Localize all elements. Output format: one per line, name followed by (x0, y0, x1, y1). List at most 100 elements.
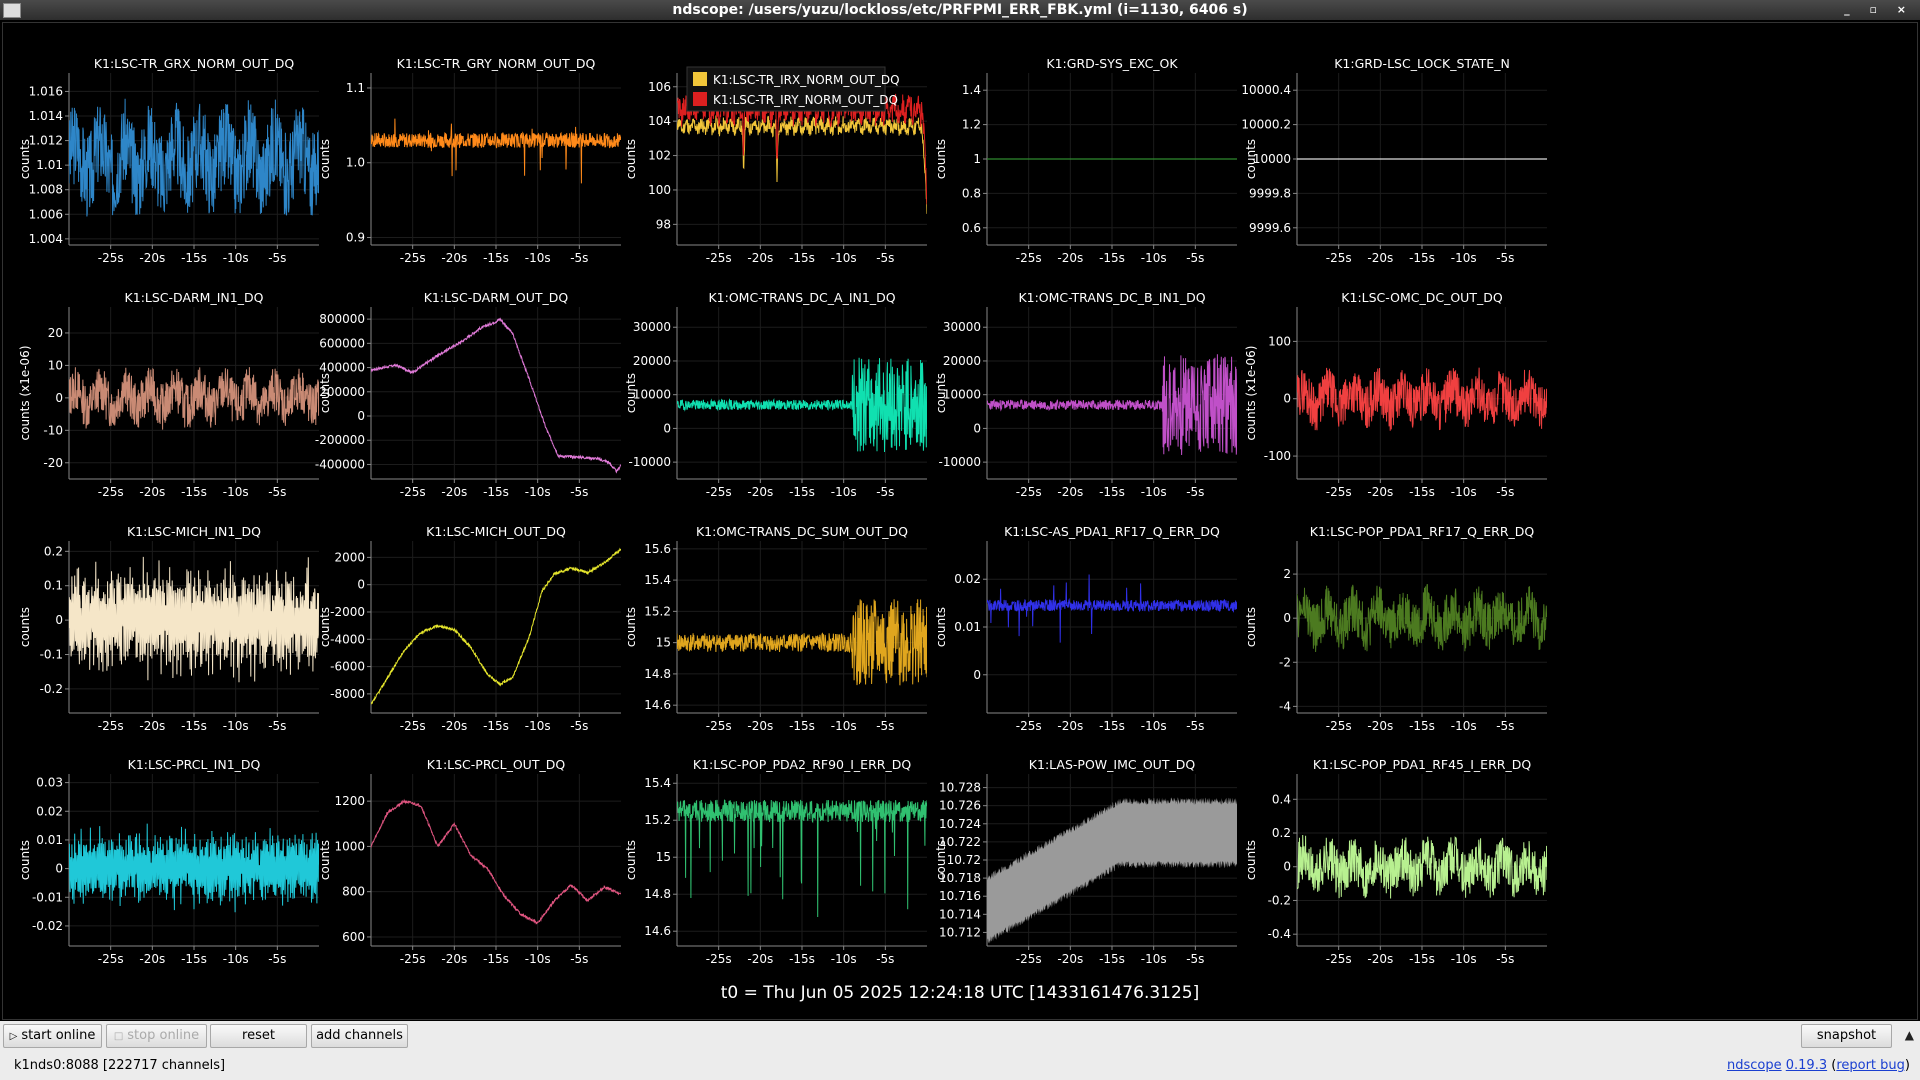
y-tick-label: 10.724 (939, 817, 981, 831)
x-tick-label: -25s (1016, 251, 1042, 265)
x-tick-label: -20s (139, 952, 165, 966)
x-tick-label: -5s (1186, 719, 1204, 733)
plot-darmout[interactable]: -25s -20s -15s -10s -5s-400000-2000000200000… (315, 290, 621, 499)
start-online-button[interactable]: ▷ start online (3, 1024, 102, 1048)
y-tick-label: 0.8 (962, 186, 981, 200)
y-tick-label: 10.712 (939, 925, 981, 939)
plot-sysexc[interactable]: -25s -20s -15s -10s -5s 0.6 0.8 1 1.2 1.4 K1:GRD-S… (934, 56, 1237, 265)
y-axis-label: counts (318, 840, 332, 880)
plot-prclout[interactable]: -25s -20s -15s -10s -5s 600 800 1000 1200 K1:LSC-… (318, 757, 621, 966)
y-tick-label: 15 (656, 850, 671, 864)
plot-aspda[interactable]: -25s -20s -15s -10s -5s 0 0.01 0.02 K1:LSC-AS_PD… (934, 524, 1237, 733)
plot-poppda17[interactable]: -25s -20s -15s -10s -5s -4 -2 0 2 K1:LSC-POP_PDA1… (1244, 524, 1547, 733)
version-link[interactable]: 0.19.3 (1786, 1058, 1827, 1073)
y-tick-label: 100 (648, 183, 671, 197)
y-axis-label: counts (624, 840, 638, 880)
plot-title: K1:LSC-DARM_IN1_DQ (125, 290, 264, 305)
plot-michout[interactable]: -25s -20s -15s -10s -5s -8000 -6000 -4000 -2000 0… (318, 524, 621, 733)
report-bug-link[interactable]: report bug (1836, 1058, 1905, 1073)
legend[interactable]: K1:LSC-TR_IRX_NORM_OUT_DQ K1:LSC-TR_IRY_N… (686, 66, 900, 112)
x-tick-label: -10s (525, 485, 551, 499)
start-online-label: start online (21, 1028, 96, 1043)
plot-michin[interactable]: -25s -20s -15s -10s -5s -0.2 -0.1 0 0.1 0.2 K1:LSC… (18, 524, 319, 733)
y-tick-label: 1.1 (346, 81, 365, 95)
stop-online-button[interactable]: □ stop online (106, 1024, 207, 1048)
x-tick-label: -25s (1016, 485, 1042, 499)
y-axis-label: counts (1244, 840, 1258, 880)
collapse-icon[interactable]: ▲ (1905, 1028, 1914, 1042)
ndscope-link[interactable]: ndscope (1727, 1058, 1782, 1073)
y-tick-label: 1.4 (962, 83, 981, 97)
y-tick-label: 0 (973, 668, 981, 682)
x-tick-label: -15s (181, 952, 207, 966)
legend-swatch (693, 72, 707, 86)
plot-grx[interactable]: -25s -20s -15s -10s -5s 1.004 1.006 1.008 1.01 1.… (18, 56, 319, 265)
y-axis-label: counts (1244, 139, 1258, 179)
y-tick-label: 15 (656, 636, 671, 650)
x-tick-label: -20s (441, 485, 467, 499)
x-tick-label: -5s (1186, 251, 1204, 265)
plot-poppda45[interactable]: -25s -20s -15s -10s -5s -0.4 -0.2 0 0.2 0.4 K1:LSC… (1244, 757, 1547, 966)
y-tick-label: 30000 (943, 320, 981, 334)
y-tick-label: -200000 (315, 433, 365, 447)
y-tick-label: 0.02 (36, 804, 63, 818)
plot-lockstate[interactable]: -25s -20s -15s -10s -5s 9999.6 9999.8 10000 1000… (1241, 56, 1547, 265)
x-tick-label: -20s (1367, 485, 1393, 499)
x-tick-label: -15s (181, 485, 207, 499)
t0-label: t0 = Thu Jun 05 2025 12:24:18 UTC [14331… (720, 983, 1200, 1003)
y-axis-label: counts (624, 373, 638, 413)
y-tick-label: 800 (342, 885, 365, 899)
y-tick-label: 10000 (633, 388, 671, 402)
x-tick-label: -10s (831, 485, 857, 499)
window-controls[interactable]: _ ▫ × (1844, 0, 1914, 20)
y-tick-label: -0.4 (1268, 927, 1291, 941)
x-tick-label: -20s (1057, 952, 1083, 966)
x-tick-label: -25s (706, 485, 732, 499)
plot-gry[interactable]: -25s -20s -15s -10s -5s 0.9 1.0 1.1 K1:LSC-TR_GR… (318, 56, 621, 265)
legend-swatch (693, 92, 707, 106)
plot-title: K1:LSC-TR_GRX_NORM_OUT_DQ (94, 56, 295, 71)
x-tick-label: -15s (1099, 719, 1125, 733)
plot-title: K1:OMC-TRANS_DC_B_IN1_DQ (1018, 290, 1205, 305)
plot-omca[interactable]: -25s -20s -15s -10s -5s -10000 0 10000 20000 3000… (624, 290, 927, 499)
y-tick-label: -0.2 (1268, 893, 1291, 907)
x-tick-label: -5s (1496, 485, 1514, 499)
x-tick-label: -25s (98, 719, 124, 733)
y-axis-label: counts (318, 373, 332, 413)
x-tick-label: -5s (268, 719, 286, 733)
x-tick-label: -20s (1367, 952, 1393, 966)
plot-title: K1:LAS-POW_IMC_OUT_DQ (1029, 757, 1196, 772)
y-tick-label: 0.01 (954, 620, 981, 634)
plot-darmin[interactable]: -25s -20s -15s -10s -5s -20 -10 0 10 20 K1:LSC-DAR… (18, 290, 319, 499)
x-tick-label: -25s (1016, 719, 1042, 733)
plot-omcsum[interactable]: -25s -20s -15s -10s -5s 14.6 14.8 15 15.2 15.4 15.… (624, 524, 927, 733)
y-tick-label: 1 (973, 152, 981, 166)
plot-lasimc[interactable]: -25s -20s -15s -10s -5s 10.712 10.714 10.716 10.… (934, 757, 1237, 966)
y-tick-label: -400000 (315, 457, 365, 471)
y-tick-label: 0 (1283, 860, 1291, 874)
y-tick-label: 0.4 (1272, 792, 1291, 806)
y-tick-label: 10000 (1253, 152, 1291, 166)
x-tick-label: -15s (181, 719, 207, 733)
plot-prclin[interactable]: -25s -20s -15s -10s -5s -0.02 -0.01 0 0.01 0.02 0.… (18, 757, 319, 966)
toolbar: ▷ start online □ stop online reset add cha… (0, 1021, 1920, 1051)
y-tick-label: -0.01 (32, 890, 63, 904)
plot-omcb[interactable]: -25s -20s -15s -10s -5s -10000 0 10000 20000 3000… (934, 290, 1237, 499)
window-titlebar[interactable]: ndscope: /users/yuzu/lockloss/etc/PRFPMI… (0, 0, 1920, 20)
y-tick-label: 10000.4 (1241, 83, 1291, 97)
plot-area[interactable]: -25s -20s -15s -10s -5s 1.004 1.006 1.008 1.01 1.… (2, 22, 1918, 1020)
plot-tr[interactable]: -25s -20s -15s -10s -5s 98 100 102 104 106 counts K… (624, 66, 927, 265)
x-tick-label: -15s (1099, 485, 1125, 499)
plot-grid[interactable]: -25s -20s -15s -10s -5s1.0041.0061.0081.011.… (3, 23, 1919, 1021)
y-tick-label: -10 (43, 423, 63, 437)
add-channels-button[interactable]: add channels (311, 1024, 408, 1048)
plot-title: K1:OMC-TRANS_DC_A_IN1_DQ (708, 290, 895, 305)
x-tick-label: -5s (1496, 719, 1514, 733)
x-tick-label: -10s (1141, 251, 1167, 265)
snapshot-button[interactable]: snapshot (1801, 1024, 1892, 1048)
plot-poppda2[interactable]: -25s -20s -15s -10s -5s 14.6 14.8 15 15.2 15.4 K1:… (624, 757, 927, 966)
x-tick-label: -10s (525, 719, 551, 733)
x-tick-label: -20s (747, 251, 773, 265)
plot-omcdc[interactable]: -25s -20s -15s -10s -5s -100 0 100 K1:LSC-OMC_DC… (1244, 290, 1547, 499)
reset-button[interactable]: reset (210, 1024, 307, 1048)
